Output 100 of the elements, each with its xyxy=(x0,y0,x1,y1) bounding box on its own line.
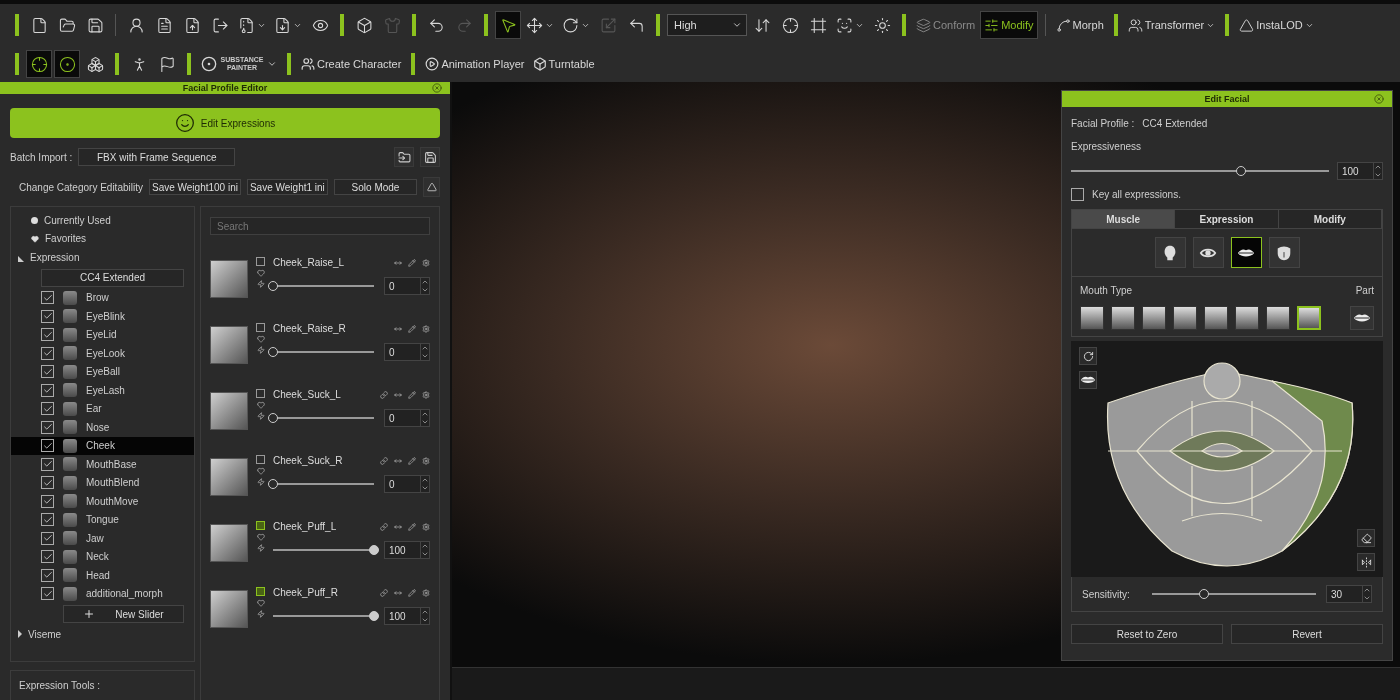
up-icon[interactable] xyxy=(421,542,429,550)
settings-icon[interactable] xyxy=(422,456,430,465)
pencil-icon[interactable] xyxy=(408,324,416,333)
small-checkbox[interactable] xyxy=(256,323,265,332)
mirror-icon[interactable] xyxy=(394,324,402,333)
category-item[interactable]: Tongue xyxy=(11,510,194,529)
edit-expressions-button[interactable]: Edit Expressions xyxy=(10,108,440,138)
up-icon[interactable] xyxy=(421,410,429,418)
value-field[interactable]: 0 xyxy=(384,475,430,493)
mouth-muscle-map-drawing[interactable] xyxy=(1106,362,1354,567)
mirror-icon[interactable] xyxy=(394,390,402,399)
down-icon[interactable] xyxy=(421,616,429,624)
pencil-icon[interactable] xyxy=(408,258,416,267)
small-checkbox[interactable] xyxy=(256,389,265,398)
checkbox[interactable] xyxy=(41,420,54,434)
mode-button[interactable]: Transformer xyxy=(1124,11,1219,39)
settings-icon[interactable] xyxy=(422,390,430,399)
toolbar-button[interactable]: Animation Player xyxy=(422,50,528,78)
up-icon[interactable] xyxy=(1374,163,1382,171)
category-item[interactable]: Head xyxy=(11,566,194,585)
search-field[interactable]: Search xyxy=(210,217,430,235)
category-item[interactable]: MouthBlend xyxy=(11,473,194,492)
mirror-icon[interactable] xyxy=(394,258,402,267)
face-region-button[interactable] xyxy=(1192,237,1224,268)
slider-thumb[interactable] xyxy=(1236,166,1247,176)
down-icon[interactable] xyxy=(421,550,429,558)
checkbox[interactable] xyxy=(41,328,54,342)
category-item[interactable]: Ear xyxy=(11,399,194,418)
checkbox[interactable] xyxy=(41,402,54,416)
category-item[interactable]: Cheek xyxy=(11,436,194,455)
small-checkbox[interactable] xyxy=(256,455,265,464)
mouth-type-option[interactable] xyxy=(1111,306,1135,330)
slider-thumb[interactable] xyxy=(268,347,278,357)
slider-thumb[interactable] xyxy=(1199,589,1210,599)
link-icon[interactable] xyxy=(380,456,388,465)
profile-action-button[interactable]: Solo Mode xyxy=(333,179,418,195)
value-field[interactable]: 30 xyxy=(1326,585,1372,603)
filter-item[interactable]: Favorites xyxy=(11,229,194,248)
link-icon[interactable] xyxy=(380,390,388,399)
value-field[interactable]: 0 xyxy=(384,409,430,427)
checkbox[interactable] xyxy=(41,568,54,582)
toolbar-button[interactable]: Create Character xyxy=(298,50,405,78)
part-button[interactable] xyxy=(1350,306,1374,330)
checkbox[interactable] xyxy=(41,457,54,471)
expand-triangle-icon[interactable] xyxy=(18,256,24,263)
pencil-icon[interactable] xyxy=(408,456,416,465)
checkbox[interactable] xyxy=(41,365,54,379)
down-icon[interactable] xyxy=(421,418,429,426)
profile-action-button[interactable]: Save Weight1 ini xyxy=(246,179,328,195)
mouth-view-button[interactable] xyxy=(1079,371,1097,389)
value-field[interactable]: 100 xyxy=(384,607,430,625)
pencil-icon[interactable] xyxy=(408,588,416,597)
mode-button[interactable]: Modify xyxy=(980,11,1038,39)
checkbox[interactable] xyxy=(41,550,54,564)
category-item[interactable]: EyeLash xyxy=(11,381,194,400)
expand-triangle-icon[interactable] xyxy=(18,630,22,639)
quality-dropdown[interactable]: High xyxy=(667,14,747,36)
category-item[interactable]: EyeLid xyxy=(11,325,194,344)
up-icon[interactable] xyxy=(421,278,429,286)
new-slider-button[interactable]: New Slider xyxy=(63,605,184,623)
checkbox[interactable] xyxy=(41,587,54,601)
profile-action-button[interactable]: Save Weight100 ini xyxy=(148,179,241,195)
tree-group[interactable]: Expression xyxy=(11,248,194,267)
link-icon[interactable] xyxy=(380,522,388,531)
eject-button[interactable] xyxy=(423,177,440,197)
slider-thumb[interactable] xyxy=(369,611,379,621)
up-icon[interactable] xyxy=(421,344,429,352)
down-icon[interactable] xyxy=(421,352,429,360)
tree-group[interactable]: Viseme xyxy=(11,625,194,644)
up-icon[interactable] xyxy=(421,608,429,616)
category-item[interactable]: Neck xyxy=(11,547,194,566)
mirror-icon[interactable] xyxy=(394,456,402,465)
checkbox[interactable] xyxy=(41,291,54,305)
face-region-button[interactable] xyxy=(1154,237,1186,268)
category-item[interactable]: EyeBlink xyxy=(11,307,194,326)
mirror-button[interactable] xyxy=(1357,553,1375,571)
heart-icon[interactable] xyxy=(256,599,265,607)
filter-item[interactable]: Currently Used xyxy=(11,211,194,230)
eraser-button[interactable] xyxy=(1357,529,1375,547)
checkbox[interactable] xyxy=(41,513,54,527)
checkbox[interactable] xyxy=(41,309,54,323)
checkbox[interactable] xyxy=(41,383,54,397)
link-icon[interactable] xyxy=(380,588,388,597)
heart-icon[interactable] xyxy=(256,401,265,409)
face-region-button[interactable] xyxy=(1230,237,1262,268)
heart-icon[interactable] xyxy=(256,533,265,541)
mouth-type-option[interactable] xyxy=(1266,306,1290,330)
checkbox[interactable] xyxy=(41,531,54,545)
slider-thumb[interactable] xyxy=(369,545,379,555)
category-item[interactable]: additional_morph xyxy=(11,584,194,603)
save-button[interactable] xyxy=(420,147,440,167)
mode-button[interactable]: InstaLOD xyxy=(1236,11,1317,39)
down-icon[interactable] xyxy=(421,484,429,492)
value-field[interactable]: 0 xyxy=(384,343,430,361)
settings-icon[interactable] xyxy=(422,324,430,333)
up-icon[interactable] xyxy=(1363,586,1371,594)
checkbox[interactable] xyxy=(41,439,54,453)
toolbar-button[interactable]: Turntable xyxy=(529,50,598,78)
small-checkbox[interactable] xyxy=(256,257,265,266)
panel-button[interactable]: Reset to Zero xyxy=(1071,624,1223,644)
